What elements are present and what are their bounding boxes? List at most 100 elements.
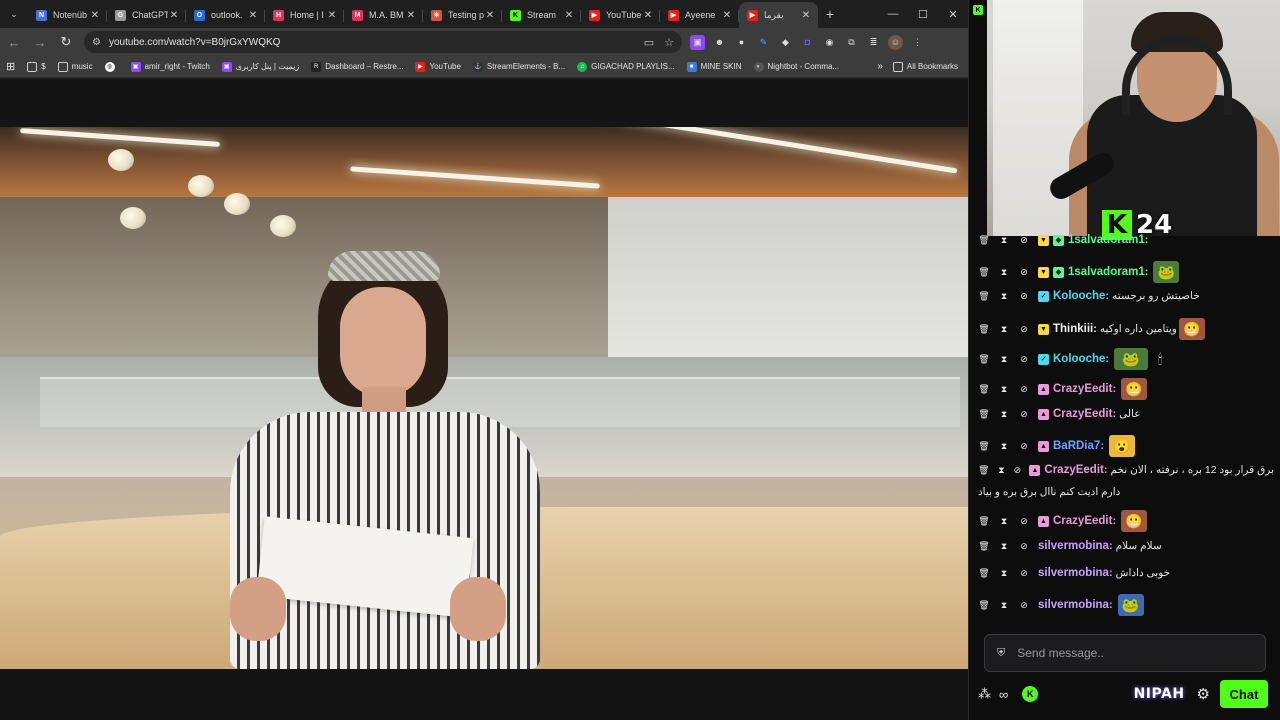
trash-icon[interactable]: 🗑	[978, 324, 990, 335]
new-tab-button[interactable]: +	[818, 6, 842, 22]
twitch-extension-icon[interactable]: ▣	[690, 34, 705, 50]
ban-icon[interactable]: ⊘	[1018, 568, 1030, 579]
chat-send-button[interactable]: Chat	[1220, 680, 1268, 708]
close-window-button[interactable]: ✕	[938, 0, 968, 28]
ban-icon[interactable]: ⊘	[1018, 354, 1030, 365]
trash-icon[interactable]: 🗑	[978, 568, 990, 579]
puzzle-extensions-icon[interactable]: ⧉	[844, 35, 859, 50]
translate-extension-icon[interactable]: ✎	[756, 35, 771, 50]
chat-username[interactable]: 1salvadoram1	[1068, 234, 1145, 246]
ban-icon[interactable]: ⊘	[1018, 324, 1030, 335]
tab-close-icon[interactable]: ✕	[168, 10, 180, 21]
ban-icon[interactable]: ⊘	[1018, 516, 1030, 527]
timeout-icon[interactable]: ⧗	[998, 568, 1010, 579]
timeout-icon[interactable]: ⧗	[998, 354, 1010, 365]
obs-extension-icon[interactable]: ●	[734, 35, 749, 50]
nipah-brand[interactable]: NIPAH	[1134, 686, 1185, 702]
video-player[interactable]	[0, 79, 968, 720]
tab-active-video[interactable]: ▶ بقرما ✕	[739, 2, 818, 28]
trash-icon[interactable]: 🗑	[978, 235, 990, 246]
chat-username[interactable]: Thinkiii	[1053, 323, 1093, 335]
face-extension-icon[interactable]: ☻	[712, 35, 727, 50]
trash-icon[interactable]: 🗑	[978, 354, 990, 365]
bookmark-restream[interactable]: R Dashboard – Restre...	[305, 61, 409, 72]
cast-icon[interactable]: ▭	[644, 36, 654, 49]
kick-points-icon[interactable]: ⁂	[978, 686, 991, 702]
tab-close-icon[interactable]: ✕	[642, 10, 654, 21]
tab-testing[interactable]: ✳ Testing p ✕	[423, 2, 502, 28]
trash-icon[interactable]: 🗑	[978, 291, 990, 302]
ban-icon[interactable]: ⊘	[1018, 409, 1030, 420]
timeout-icon[interactable]: ⧗	[998, 235, 1010, 246]
ban-icon[interactable]: ⊘	[1018, 441, 1030, 452]
reading-list-icon[interactable]: ≣	[866, 35, 881, 50]
chat-username[interactable]: Kolooche	[1053, 353, 1105, 365]
chat-input[interactable]: ⛨ Send message..	[984, 634, 1266, 672]
chat-username[interactable]: CrazyEedit	[1053, 515, 1112, 527]
shield-extension-icon[interactable]: ◘	[800, 35, 815, 50]
ban-icon[interactable]: ⊘	[1013, 465, 1022, 476]
chat-username[interactable]: silvermobina	[1038, 599, 1109, 611]
timeout-icon[interactable]: ⧗	[998, 384, 1010, 395]
all-bookmarks-button[interactable]: All Bookmarks	[892, 61, 968, 72]
timeout-icon[interactable]: ⧗	[998, 441, 1010, 452]
site-info-icon[interactable]: ⚙	[92, 37, 101, 48]
trash-icon[interactable]: 🗑	[978, 409, 990, 420]
address-bar[interactable]: ⚙ youtube.com/watch?v=B0jrGxYWQKQ ▭ ☆	[84, 31, 682, 53]
trash-icon[interactable]: 🗑	[978, 441, 990, 452]
ban-icon[interactable]: ⊘	[1018, 291, 1030, 302]
trash-icon[interactable]: 🗑	[978, 600, 990, 611]
profile-avatar[interactable]: ☺	[888, 34, 903, 50]
tab-outlook[interactable]: O outlook. ✕	[186, 2, 265, 28]
timeout-icon[interactable]: ⧗	[998, 324, 1010, 335]
ban-icon[interactable]: ⊘	[1018, 235, 1030, 246]
diamond-extension-icon[interactable]: ◆	[778, 35, 793, 50]
bookmark-folder-dollar[interactable]: $	[21, 61, 51, 72]
timeout-icon[interactable]: ⧗	[998, 516, 1010, 527]
capture-extension-icon[interactable]: ◉	[822, 35, 837, 50]
timeout-icon[interactable]: ⧗	[998, 291, 1010, 302]
bookmark-zimit[interactable]: ▣ زیمیت | پنل کاربری	[216, 61, 305, 72]
reload-icon[interactable]: ↻	[54, 30, 78, 54]
apps-grid-icon[interactable]: ⊞	[0, 60, 21, 73]
tab-close-icon[interactable]: ✕	[326, 10, 338, 21]
ban-icon[interactable]: ⊘	[1018, 541, 1030, 552]
trash-icon[interactable]: 🗑	[978, 516, 990, 527]
infinity-icon[interactable]: ∞	[999, 687, 1008, 702]
bookmark-star-icon[interactable]: ☆	[664, 36, 674, 49]
tab-notenub[interactable]: N Notenüb ✕	[28, 2, 107, 28]
bookmark-folder-music[interactable]: music	[52, 61, 99, 72]
tab-search-chevron-icon[interactable]: ⌄	[0, 0, 28, 28]
timeout-icon[interactable]: ⧗	[998, 600, 1010, 611]
tab-close-icon[interactable]: ✕	[563, 10, 575, 21]
gear-icon[interactable]: ⚙	[1197, 685, 1210, 703]
tab-stream[interactable]: K Stream ✕	[502, 2, 581, 28]
trash-icon[interactable]: 🗑	[978, 465, 989, 476]
bookmark-streamelements[interactable]: ⚓ StreamElements - B...	[467, 61, 571, 72]
minimize-button[interactable]: —	[878, 0, 908, 28]
bookmark-twitch[interactable]: ▣ amir_right - Twitch	[125, 61, 216, 72]
tab-close-icon[interactable]: ✕	[721, 10, 733, 21]
kebab-menu-icon[interactable]: ⋮	[910, 35, 925, 50]
tab-close-icon[interactable]: ✕	[405, 10, 417, 21]
back-arrow-icon[interactable]: ←	[2, 30, 26, 54]
chat-username[interactable]: BaRDia7	[1053, 440, 1100, 452]
timeout-icon[interactable]: ⧗	[998, 541, 1010, 552]
timeout-icon[interactable]: ⧗	[997, 465, 1005, 476]
ban-icon[interactable]: ⊘	[1018, 600, 1030, 611]
chat-username[interactable]: CrazyEedit	[1053, 383, 1112, 395]
tab-ayeene[interactable]: ▶ Ayeene ✕	[660, 2, 739, 28]
url-text[interactable]: youtube.com/watch?v=B0jrGxYWQKQ	[109, 37, 644, 48]
bookmark-globe[interactable]: ◍	[99, 61, 125, 72]
chat-username[interactable]: CrazyEedit	[1044, 464, 1103, 476]
ban-icon[interactable]: ⊘	[1018, 384, 1030, 395]
maximize-button[interactable]: ☐	[908, 0, 938, 28]
timeout-icon[interactable]: ⧗	[998, 267, 1010, 278]
trash-icon[interactable]: 🗑	[978, 267, 990, 278]
bookmark-nightbot[interactable]: ◐ Nightbot - Comma...	[748, 61, 846, 72]
bookmark-mineskin[interactable]: ■ MINE SKIN	[681, 61, 748, 72]
kick-emotes-icon[interactable]: K	[1022, 686, 1039, 702]
tab-youtube[interactable]: ▶ YouTube ✕	[581, 2, 660, 28]
tab-close-icon[interactable]: ✕	[89, 10, 101, 21]
trash-icon[interactable]: 🗑	[978, 541, 990, 552]
